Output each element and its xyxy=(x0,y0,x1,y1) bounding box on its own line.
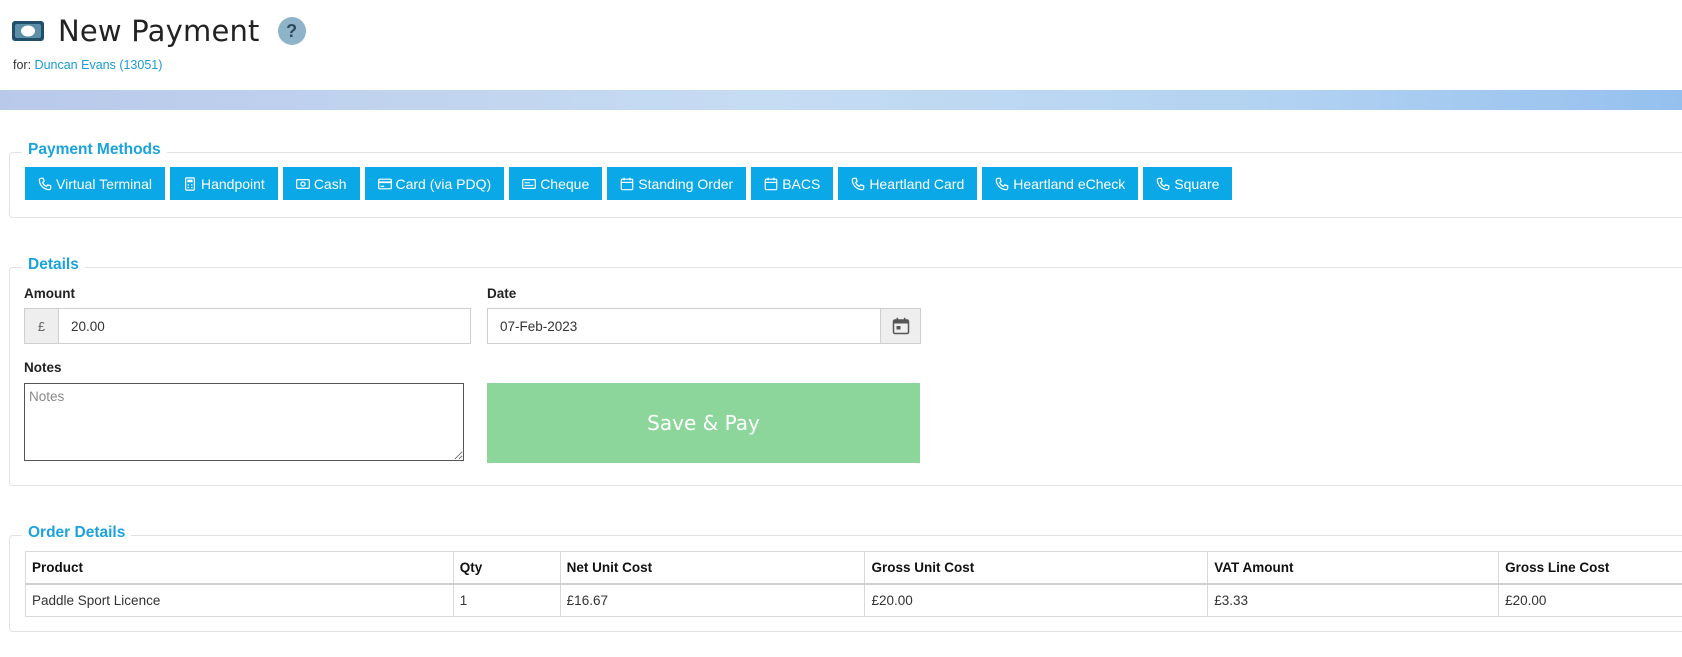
notes-label: Notes xyxy=(24,360,62,375)
payment-methods-panel: Payment Methods Virtual Terminal Handpoin… xyxy=(9,141,1682,218)
money-icon xyxy=(12,21,44,41)
payment-method-label: Handpoint xyxy=(200,175,265,192)
table-cell: £20.00 xyxy=(1498,583,1682,617)
page-title: New Payment xyxy=(58,14,260,48)
column-header-net-unit-cost: Net Unit Cost xyxy=(559,551,866,585)
date-input[interactable] xyxy=(488,309,880,343)
table-row: Paddle Sport Licence 1 £16.67 £20.00 £3.33 £2… xyxy=(25,583,1682,617)
payment-method-button-virtual-terminal[interactable]: Virtual Terminal xyxy=(25,167,165,200)
for-line: for: Duncan Evans (13051) xyxy=(13,58,162,72)
table-cell: 1 xyxy=(452,583,561,617)
payment-method-label: BACS xyxy=(782,175,821,192)
amount-input[interactable] xyxy=(59,309,470,343)
title-row: New Payment ? xyxy=(12,14,306,48)
calculator-icon xyxy=(183,176,197,191)
payment-method-button-bacs[interactable]: BACS xyxy=(751,167,834,200)
notes-textarea[interactable] xyxy=(24,383,464,461)
payment-method-label: Heartland eCheck xyxy=(1013,175,1126,192)
payment-method-button-cheque[interactable]: Cheque xyxy=(509,167,603,200)
table-body: Paddle Sport Licence 1 £16.67 £20.00 £3.33 £2… xyxy=(25,583,1682,617)
payment-method-button-standing-order[interactable]: Standing Order xyxy=(607,167,747,200)
date-label: Date xyxy=(487,286,517,301)
table-cell: £16.67 xyxy=(559,583,866,617)
table-cell: £20.00 xyxy=(864,583,1209,617)
calendar-icon xyxy=(892,317,909,335)
phone-icon xyxy=(38,177,52,191)
credit-card-icon xyxy=(377,177,392,191)
currency-addon: £ xyxy=(25,309,59,343)
order-details-legend: Order Details xyxy=(22,524,132,542)
phone-icon xyxy=(995,177,1009,191)
payment-method-label: Heartland Card xyxy=(869,175,965,192)
table-header-row: Product Qty Net Unit Cost Gross Unit Cost VA… xyxy=(25,551,1682,585)
payment-method-button-cash[interactable]: Cash xyxy=(282,167,360,200)
payment-methods-legend: Payment Methods xyxy=(22,141,167,159)
table-cell: £3.33 xyxy=(1207,583,1500,617)
calendar-picker-button[interactable] xyxy=(880,309,920,343)
cheque-icon xyxy=(522,177,537,191)
calendar-icon xyxy=(620,177,634,191)
phone-icon xyxy=(851,177,865,191)
header-banner xyxy=(0,90,1682,110)
payment-method-label: Card (via PDQ) xyxy=(395,175,492,192)
date-group xyxy=(487,308,921,344)
table-cell: Paddle Sport Licence xyxy=(25,583,454,617)
save-and-pay-button[interactable]: Save & Pay xyxy=(487,383,920,463)
details-legend: Details xyxy=(22,256,85,274)
details-panel: Details Amount £ Date Notes Save & Pay xyxy=(9,256,1682,486)
payment-method-button-heartland-echeck[interactable]: Heartland eCheck xyxy=(982,167,1139,200)
phone-icon xyxy=(1156,177,1170,191)
column-header-gross-line-cost: Gross Line Cost xyxy=(1498,551,1682,585)
help-icon[interactable]: ? xyxy=(277,17,306,45)
amount-group: £ xyxy=(24,308,471,344)
payment-method-label: Virtual Terminal xyxy=(56,175,152,192)
column-header-product: Product xyxy=(25,551,454,585)
payment-method-button-card-via-pdq[interactable]: Card (via PDQ) xyxy=(364,167,505,200)
payment-method-button-square[interactable]: Square xyxy=(1143,167,1233,200)
column-header-qty: Qty xyxy=(452,551,561,585)
page-header: New Payment ? for: Duncan Evans (13051) xyxy=(0,0,1682,110)
cash-icon xyxy=(295,177,310,191)
for-prefix: for: xyxy=(13,58,32,72)
payment-method-button-heartland-card[interactable]: Heartland Card xyxy=(838,167,978,200)
order-details-table: Product Qty Net Unit Cost Gross Unit Cost VA… xyxy=(25,551,1682,617)
payment-method-buttons: Virtual Terminal Handpoint Cash Card (via P… xyxy=(25,167,1237,200)
customer-link[interactable]: Duncan Evans (13051) xyxy=(35,58,163,72)
payment-method-label: Square xyxy=(1174,175,1220,192)
column-header-vat-amount: VAT Amount xyxy=(1207,551,1500,585)
payment-method-label: Standing Order xyxy=(638,175,734,192)
payment-method-button-handpoint[interactable]: Handpoint xyxy=(169,167,278,200)
column-header-gross-unit-cost: Gross Unit Cost xyxy=(864,551,1209,585)
calendar-icon xyxy=(764,177,778,191)
payment-method-label: Cash xyxy=(313,175,347,192)
amount-label: Amount xyxy=(24,286,75,301)
payment-method-label: Cheque xyxy=(540,175,590,192)
order-details-panel: Order Details Product Qty Net Unit Cost Gro… xyxy=(9,524,1682,632)
